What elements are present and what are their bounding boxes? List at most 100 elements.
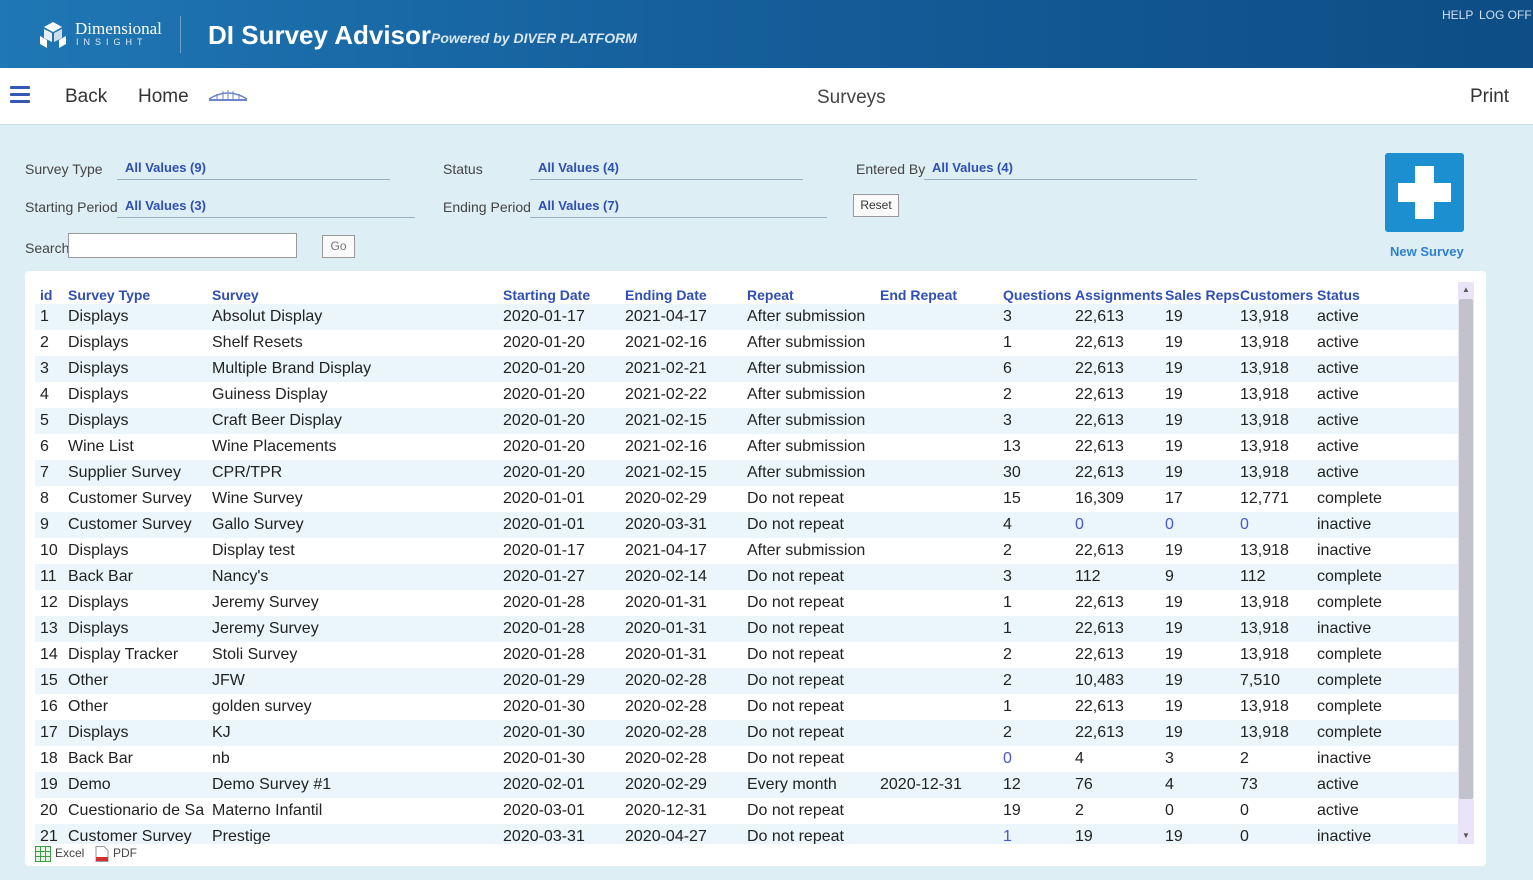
cell-starting-date: 2020-01-30	[503, 750, 585, 767]
column-header-survey[interactable]: Survey	[212, 287, 259, 303]
home-button[interactable]: Home	[138, 86, 189, 108]
ending-period-label: Ending Period	[443, 199, 531, 215]
table-scrollbar[interactable]: ▲ ▼	[1458, 282, 1474, 844]
cell-customers: 7,510	[1240, 672, 1281, 689]
log-off-link[interactable]: LOG OFF	[1479, 8, 1532, 22]
table-row[interactable]: 5 Displays Craft Beer Display 2020-01-20 202…	[35, 408, 1458, 434]
column-header-questions[interactable]: Questions	[1003, 287, 1071, 303]
table-row[interactable]: 12 Displays Jeremy Survey 2020-01-28 2020-01…	[35, 590, 1458, 616]
cell-survey-type: Customer Survey	[68, 490, 192, 507]
table-row[interactable]: 21 Customer Survey Prestige 2020-03-31 2020-…	[35, 824, 1458, 844]
ending-period-filter[interactable]: All Values (7)	[530, 198, 827, 218]
table-row[interactable]: 15 Other JFW 2020-01-29 2020-02-28 Do not rep…	[35, 668, 1458, 694]
table-row[interactable]: 13 Displays Jeremy Survey 2020-01-28 2020-01…	[35, 616, 1458, 642]
column-header-starting-date[interactable]: Starting Date	[503, 287, 590, 303]
table-row[interactable]: 14 Display Tracker Stoli Survey 2020-01-28 2…	[35, 642, 1458, 668]
export-pdf-link[interactable]: PDF	[95, 846, 137, 862]
table-row[interactable]: 16 Other golden survey 2020-01-30 2020-02-28…	[35, 694, 1458, 720]
cell-questions[interactable]: 1	[1003, 828, 1071, 844]
column-header-survey-type[interactable]: Survey Type	[68, 287, 150, 303]
search-input[interactable]	[68, 233, 297, 258]
back-button[interactable]: Back	[65, 86, 107, 108]
column-header-assignments[interactable]: Assignments	[1075, 287, 1163, 303]
scroll-down-arrow-icon[interactable]: ▼	[1458, 828, 1474, 844]
cell-sales-reps[interactable]: 0	[1165, 516, 1235, 534]
table-row[interactable]: 7 Supplier Survey CPR/TPR 2020-01-20 2021-02…	[35, 460, 1458, 486]
table-row[interactable]: 2 Displays Shelf Resets 2020-01-20 2021-02-1…	[35, 330, 1458, 356]
starting-period-filter[interactable]: All Values (3)	[117, 198, 415, 218]
bridge-icon[interactable]	[207, 87, 249, 105]
cell-customers[interactable]: 0	[1240, 516, 1314, 534]
cell-repeat: After submission	[747, 386, 866, 403]
cell-sales-reps: 19	[1165, 542, 1183, 559]
cell-id: 1	[40, 308, 49, 325]
table-row[interactable]: 9 Customer Survey Gallo Survey 2020-01-01 20…	[35, 512, 1458, 538]
column-header-repeat[interactable]: Repeat	[747, 287, 794, 303]
cell-survey: Craft Beer Display	[212, 412, 342, 429]
new-survey-button[interactable]	[1385, 153, 1464, 232]
cell-survey: CPR/TPR	[212, 464, 283, 481]
table-row[interactable]: 18 Back Bar nb 2020-01-30 2020-02-28 Do not r…	[35, 746, 1458, 772]
cell-id: 8	[40, 490, 49, 507]
cell-sales-reps: 19	[1165, 412, 1183, 429]
cell-ending-date: 2021-04-17	[625, 308, 707, 325]
cell-customers: 13,918	[1240, 698, 1289, 715]
cell-assignments: 4	[1075, 750, 1084, 767]
cell-id: 17	[40, 724, 58, 741]
cell-assignments: 22,613	[1075, 620, 1124, 637]
help-link[interactable]: HELP	[1442, 8, 1473, 22]
cell-questions: 3	[1003, 568, 1012, 585]
status-filter[interactable]: All Values (4)	[530, 160, 803, 180]
cell-status: inactive	[1317, 828, 1372, 844]
cell-ending-date: 2020-12-31	[625, 802, 707, 819]
cell-survey-type: Displays	[68, 594, 129, 611]
export-excel-link[interactable]: Excel	[35, 846, 84, 862]
table-row[interactable]: 19 Demo Demo Survey #1 2020-02-01 2020-02-29…	[35, 772, 1458, 798]
reset-button[interactable]: Reset	[853, 194, 899, 217]
column-header-sales-reps[interactable]: Sales Reps	[1165, 287, 1240, 303]
table-row[interactable]: 8 Customer Survey Wine Survey 2020-01-01 202…	[35, 486, 1458, 512]
table-row[interactable]: 10 Displays Display test 2020-01-17 2021-04-…	[35, 538, 1458, 564]
column-header-ending-date[interactable]: Ending Date	[625, 287, 707, 303]
hamburger-menu-icon[interactable]	[10, 86, 30, 104]
cell-assignments: 22,613	[1075, 412, 1124, 429]
table-row[interactable]: 17 Displays KJ 2020-01-30 2020-02-28 Do not r…	[35, 720, 1458, 746]
cell-questions: 4	[1003, 516, 1012, 533]
cell-id: 11	[40, 568, 57, 585]
survey-type-filter[interactable]: All Values (9)	[117, 160, 390, 180]
entered-by-filter[interactable]: All Values (4)	[924, 160, 1197, 180]
logo-divider	[180, 16, 181, 53]
cell-ending-date: 2021-02-21	[625, 360, 707, 377]
column-header-id[interactable]: id	[40, 287, 52, 303]
column-header-end-repeat[interactable]: End Repeat	[880, 287, 957, 303]
cell-status: complete	[1317, 594, 1382, 611]
table-row[interactable]: 11 Back Bar Nancy's 2020-01-27 2020-02-14 Do …	[35, 564, 1458, 590]
cell-starting-date: 2020-01-20	[503, 334, 585, 351]
cell-assignments[interactable]: 0	[1075, 516, 1161, 534]
table-row[interactable]: 1 Displays Absolut Display 2020-01-17 2021-0…	[35, 304, 1458, 330]
cell-questions: 30	[1003, 464, 1021, 481]
starting-period-label: Starting Period	[25, 199, 118, 215]
cell-questions[interactable]: 0	[1003, 750, 1071, 768]
column-header-status[interactable]: Status	[1317, 287, 1360, 303]
table-row[interactable]: 20 Cuestionario de Sa Materno Infantil 2020…	[35, 798, 1458, 824]
cell-questions: 2	[1003, 386, 1012, 403]
cell-survey: Jeremy Survey	[212, 620, 319, 637]
cell-repeat: Do not repeat	[747, 594, 844, 611]
scrollbar-thumb[interactable]	[1459, 299, 1473, 799]
cell-customers: 12,771	[1240, 490, 1289, 507]
table-row[interactable]: 6 Wine List Wine Placements 2020-01-20 2021-…	[35, 434, 1458, 460]
table-row[interactable]: 3 Displays Multiple Brand Display 2020-01-2…	[35, 356, 1458, 382]
scroll-up-arrow-icon[interactable]: ▲	[1458, 282, 1474, 298]
print-button[interactable]: Print	[1470, 86, 1509, 108]
new-survey-label[interactable]: New Survey	[1390, 244, 1464, 259]
column-header-customers[interactable]: Customers	[1240, 287, 1313, 303]
cell-repeat: After submission	[747, 438, 866, 455]
go-button[interactable]: Go	[322, 235, 355, 258]
table-row[interactable]: 4 Displays Guiness Display 2020-01-20 2021-0…	[35, 382, 1458, 408]
cell-assignments: 22,613	[1075, 308, 1124, 325]
cell-ending-date: 2020-01-31	[625, 646, 707, 663]
cell-questions: 2	[1003, 646, 1012, 663]
cell-assignments: 22,613	[1075, 360, 1124, 377]
cell-survey-type: Displays	[68, 334, 129, 351]
